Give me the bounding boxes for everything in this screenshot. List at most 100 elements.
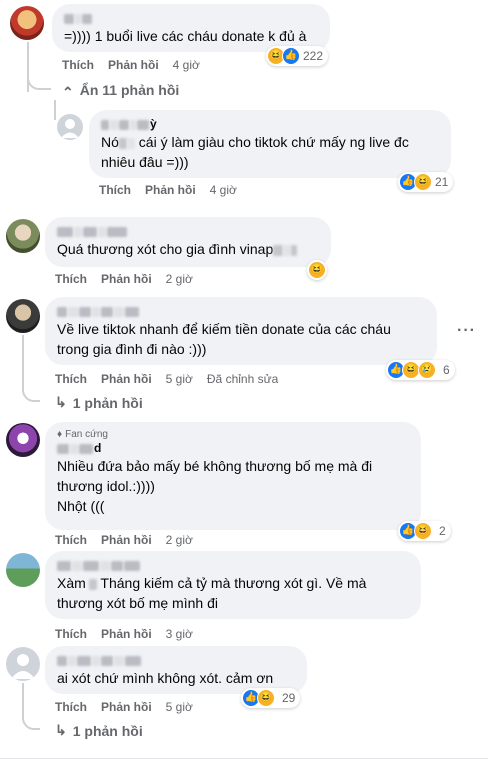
like-button[interactable]: Thích xyxy=(62,57,94,73)
comment-actions: Thích Phản hồi 5 giờ Đã chỉnh sửa xyxy=(55,371,278,387)
like-icon: 👍 xyxy=(282,47,300,65)
reaction-count: 6 xyxy=(443,363,450,377)
reaction-summary[interactable]: 😆 👍 222 xyxy=(266,46,329,66)
comment-actions: Thích Phản hồi 2 giờ xyxy=(55,532,193,548)
comment-author[interactable] xyxy=(57,304,425,319)
avatar[interactable] xyxy=(10,6,44,40)
comment-actions: Thích Phản hồi 5 giờ xyxy=(55,699,193,715)
diamond-icon: ♦ xyxy=(57,429,63,440)
bottom-divider xyxy=(0,758,488,759)
text-rest: Tháng kiếm cả tỷ mà thương xót gì. Về mà… xyxy=(57,575,367,611)
reply-button[interactable]: Phản hồi xyxy=(108,57,159,73)
avatar[interactable] xyxy=(6,423,40,457)
view-replies-link[interactable]: ↳ 1 phản hồi xyxy=(55,722,143,739)
comment-text: ai xót chứ mình không xót. cảm ơn xyxy=(57,670,274,686)
comment-actions: Thích Phản hồi 4 giờ xyxy=(99,182,237,198)
comment-time[interactable]: 3 giờ xyxy=(166,626,193,642)
comment-author[interactable] xyxy=(57,558,409,573)
reaction-count: 21 xyxy=(435,175,449,189)
reaction-summary[interactable]: 👍 😆 2 xyxy=(398,521,451,541)
comment-time[interactable]: 5 giờ xyxy=(166,371,193,387)
text-prefix: Xàm xyxy=(57,575,86,591)
avatar[interactable] xyxy=(6,219,40,253)
replies-label: 1 phản hồi xyxy=(72,394,143,411)
comment-text-content: Quá thương xót cho gia đình vinap xyxy=(57,241,274,257)
hide-replies-label: Ẩn 11 phản hồi xyxy=(79,81,180,98)
more-options-icon[interactable]: ··· xyxy=(457,322,476,340)
comment-bubble: =)))) 1 buổi live các cháu donate k đủ à xyxy=(52,4,330,52)
comment-author[interactable]: ỳ xyxy=(101,117,439,132)
reply-arrow-icon: ↳ xyxy=(55,722,67,738)
reaction-summary[interactable]: 👍 😆 29 xyxy=(241,688,301,708)
comment-author[interactable] xyxy=(64,11,318,26)
thread-connector xyxy=(54,108,56,120)
comment-actions: Thích Phản hồi 3 giờ xyxy=(55,626,193,642)
avatar[interactable] xyxy=(6,647,40,681)
comment-author[interactable] xyxy=(57,653,295,668)
avatar[interactable] xyxy=(6,553,40,587)
comment-actions: Thích Phản hồi 4 giờ xyxy=(62,57,200,73)
sad-icon: 😢 xyxy=(418,361,436,379)
badge-label: Fan cứng xyxy=(65,429,108,440)
reaction-count: 222 xyxy=(303,49,324,63)
comment-time[interactable]: 2 giờ xyxy=(166,532,193,548)
text-prefix: Nó xyxy=(101,134,119,150)
edited-label: Đã chỉnh sửa xyxy=(206,372,279,386)
comment-bubble: Về live tiktok nhanh để kiếm tiền donate… xyxy=(45,297,437,365)
thread-line xyxy=(22,683,24,713)
haha-icon: 😆 xyxy=(414,522,432,540)
reaction-summary[interactable]: 👍 😆 😢 6 xyxy=(386,360,455,380)
reply-button[interactable]: Phản hồi xyxy=(101,626,152,642)
reaction-count: 2 xyxy=(439,524,446,538)
thread-connector xyxy=(22,713,40,730)
thread-connector xyxy=(27,76,51,90)
reply-button[interactable]: Phản hồi xyxy=(145,182,196,198)
comment-author[interactable]: d xyxy=(57,441,409,456)
haha-icon: 😆 xyxy=(414,173,432,191)
comment-text: Quá thương xót cho gia đình vinap xyxy=(57,239,319,259)
view-replies-link[interactable]: ↳ 1 phản hồi xyxy=(55,394,143,411)
like-button[interactable]: Thích xyxy=(55,626,87,642)
comment-bubble: ai xót chứ mình không xót. cảm ơn xyxy=(45,646,307,694)
author-suffix: ỳ xyxy=(150,117,157,131)
text-rest: cái ý làm giàu cho tiktok chứ mấy ng liv… xyxy=(101,134,409,170)
comment-text: Xàm Tháng kiếm cả tỷ mà thương xót gì. V… xyxy=(57,573,409,613)
comment-text-line2: Nhột ((( xyxy=(57,498,105,514)
avatar[interactable] xyxy=(6,299,40,333)
comment-text: =)))) 1 buổi live các cháu donate k đủ à xyxy=(64,28,307,44)
chevron-up-icon: ⌃ xyxy=(62,84,74,100)
avatar[interactable] xyxy=(57,114,83,140)
reply-button[interactable]: Phản hồi xyxy=(101,532,152,548)
comment-text: Nhiều đứa bảo mấy bé không thương bố mẹ … xyxy=(57,458,373,494)
thread-connector xyxy=(22,385,40,402)
comment-time[interactable]: 4 giờ xyxy=(210,182,237,198)
comment-text: Nó cái ý làm giàu cho tiktok chứ mấy ng … xyxy=(101,132,439,172)
comment-time[interactable]: 4 giờ xyxy=(173,57,200,73)
comment-bubble: Xàm Tháng kiếm cả tỷ mà thương xót gì. V… xyxy=(45,551,421,619)
comment-text: Về live tiktok nhanh để kiếm tiền donate… xyxy=(57,321,391,357)
reply-arrow-icon: ↳ xyxy=(55,394,67,410)
replies-label: 1 phản hồi xyxy=(72,722,143,739)
reply-button[interactable]: Phản hồi xyxy=(101,371,152,387)
comment-author[interactable] xyxy=(57,224,319,239)
hide-replies-link[interactable]: ⌃ Ẩn 11 phản hồi xyxy=(62,81,180,101)
reaction-summary[interactable]: 👍 😆 21 xyxy=(398,172,454,192)
comment-time[interactable]: 2 giờ xyxy=(166,271,193,287)
comment-bubble: ỳ Nó cái ý làm giàu cho tiktok chứ mấy n… xyxy=(89,110,451,178)
thread-line xyxy=(22,335,24,385)
comment-time[interactable]: 5 giờ xyxy=(166,699,193,715)
like-button[interactable]: Thích xyxy=(55,532,87,548)
fan-badge: ♦ Fan cứng xyxy=(57,429,409,441)
like-button[interactable]: Thích xyxy=(55,271,87,287)
reply-button[interactable]: Phản hồi xyxy=(101,271,152,287)
comment-bubble: Quá thương xót cho gia đình vinap xyxy=(45,217,331,267)
comment-actions: Thích Phản hồi 2 giờ xyxy=(55,271,193,287)
like-button[interactable]: Thích xyxy=(99,182,131,198)
reply-button[interactable]: Phản hồi xyxy=(101,699,152,715)
like-button[interactable]: Thích xyxy=(55,699,87,715)
author-suffix: d xyxy=(94,441,102,455)
haha-icon: 😆 xyxy=(309,262,325,278)
reaction-count: 29 xyxy=(282,691,296,705)
reaction-summary[interactable]: 😆 xyxy=(307,260,327,280)
like-button[interactable]: Thích xyxy=(55,371,87,387)
